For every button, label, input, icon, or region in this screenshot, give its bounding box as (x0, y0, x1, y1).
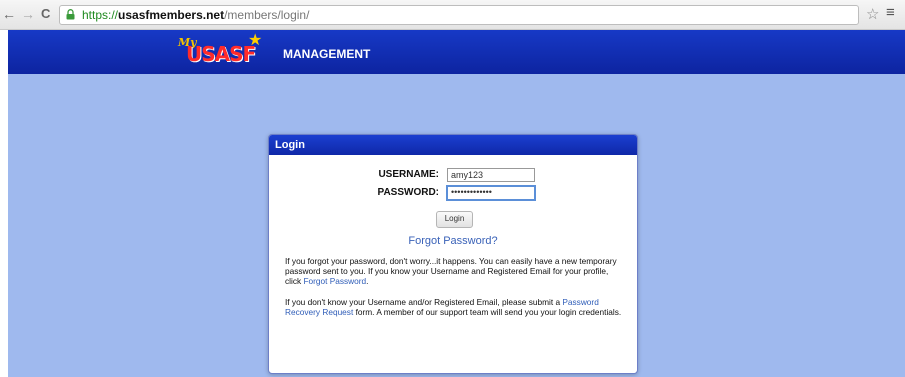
address-bar[interactable]: https://usasfmembers.net/members/login/ (59, 5, 859, 25)
lock-icon (66, 9, 75, 20)
username-input[interactable]: amy123 (447, 168, 535, 182)
bookmark-star-icon[interactable]: ☆ (866, 5, 879, 23)
back-icon[interactable]: ← (2, 6, 16, 22)
usasf-logo[interactable]: My USASF ★ (174, 32, 274, 70)
url-scheme: https:// (82, 8, 119, 22)
browser-toolbar: ← → C https://usasfmembers.net/members/l… (0, 0, 905, 30)
site-header: My USASF ★ MANAGEMENT (8, 30, 905, 74)
forgot-help-paragraph: If you forgot your password, don't worry… (285, 256, 625, 286)
forgot-help-end: . (366, 276, 369, 286)
menu-icon[interactable]: ≡ (886, 4, 895, 21)
login-panel-title: Login (269, 135, 637, 155)
section-title: MANAGEMENT (283, 47, 371, 61)
logo-star-icon: ★ (248, 32, 263, 49)
url-domain: usasfmembers.net (118, 8, 225, 22)
recovery-help-text: If you don't know your Username and/or R… (285, 297, 563, 307)
forward-icon[interactable]: → (21, 6, 35, 22)
login-button[interactable]: Login (436, 211, 473, 228)
recovery-help-end: form. A member of our support team will … (353, 307, 622, 317)
password-label: PASSWORD: (377, 187, 439, 198)
forgot-password-inline-link[interactable]: Forgot Password (303, 276, 366, 286)
recovery-help-paragraph: If you don't know your Username and/or R… (285, 297, 625, 317)
forgot-password-link[interactable]: Forgot Password? (269, 235, 637, 247)
reload-icon[interactable]: C (41, 6, 50, 21)
logo-usasf-text: USASF (186, 42, 256, 66)
url-path: /members/login/ (224, 8, 310, 22)
username-label: USERNAME: (378, 169, 439, 180)
password-input[interactable]: ••••••••••••• (446, 185, 536, 201)
login-panel: Login USERNAME: amy123 PASSWORD: •••••••… (268, 134, 638, 374)
